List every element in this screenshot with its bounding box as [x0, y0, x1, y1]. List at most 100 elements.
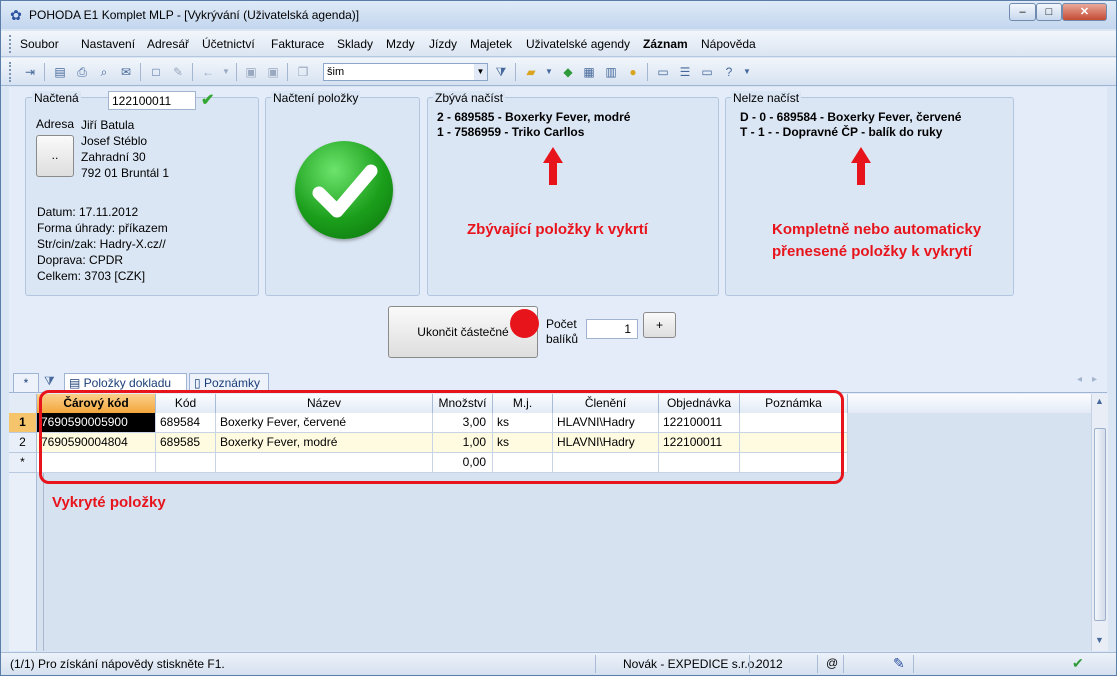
save-icon[interactable]: ▣: [242, 64, 260, 80]
info-shipping: Doprava: CPDR: [37, 253, 124, 267]
print-preview-icon[interactable]: ⌕: [95, 64, 113, 80]
back-dropdown-icon[interactable]: ▼: [217, 64, 235, 80]
maximize-button[interactable]: □: [1036, 3, 1062, 21]
menu-majetek[interactable]: Majetek: [470, 37, 512, 51]
help-dropdown-icon[interactable]: ▼: [738, 64, 756, 80]
status-at: @: [826, 656, 839, 670]
nactena-field[interactable]: 122100011: [108, 91, 196, 110]
info-payment: Forma úhrady: příkazem: [37, 221, 168, 235]
search-combo[interactable]: šim ▼: [323, 63, 488, 81]
menu-napoveda[interactable]: Nápověda: [701, 37, 756, 51]
zbyva-item: 2 - 689585 - Boxerky Fever, modré: [437, 110, 631, 124]
menu-grip: [9, 35, 12, 53]
annotation-frame: [39, 390, 844, 484]
print-icon[interactable]: ⎙: [73, 64, 91, 80]
tab-polozky-label: Položky dokladu: [83, 376, 172, 390]
status-separator: [749, 655, 750, 673]
back-icon[interactable]: ←: [199, 64, 217, 80]
toolbar-grip: [9, 62, 12, 82]
close-button[interactable]: ✕: [1062, 3, 1107, 21]
export-icon[interactable]: ✉: [117, 64, 135, 80]
address-button[interactable]: ..: [36, 135, 74, 177]
package-count-field[interactable]: 1: [586, 319, 638, 339]
zbyva-list: 2 - 689585 - Boxerky Fever, modré 1 - 75…: [437, 110, 630, 140]
coins-icon[interactable]: ●: [624, 64, 642, 80]
tab-new-asterisk[interactable]: *: [13, 373, 39, 392]
table-icon[interactable]: ▦: [580, 64, 598, 80]
row-number[interactable]: 1: [9, 413, 37, 433]
help-icon[interactable]: ?: [720, 64, 738, 80]
grid-header-filler: [848, 394, 1091, 413]
address-line: Jiří Batula: [81, 118, 135, 132]
edit-icon[interactable]: ✎: [169, 64, 187, 80]
table-icon: ▤: [69, 376, 84, 390]
nelze-list: D - 0 - 689584 - Boxerky Fever, červené …: [740, 110, 961, 140]
menu-nastaveni[interactable]: Nastavení: [81, 37, 135, 51]
search-combo-value: šim: [327, 66, 345, 78]
minimize-button[interactable]: –: [1009, 3, 1036, 21]
status-user: Novák - EXPEDICE s.r.o.: [623, 657, 758, 671]
row-number[interactable]: *: [9, 453, 37, 473]
status-ok-icon: ✔: [1072, 655, 1084, 671]
save-all-icon[interactable]: ▣: [264, 64, 282, 80]
menu-jizdy[interactable]: Jízdy: [429, 37, 457, 51]
menu-uzivatelske-agendy[interactable]: Uživatelské agendy: [526, 37, 630, 51]
menu-mzdy[interactable]: Mzdy: [386, 37, 415, 51]
status-separator: [843, 655, 844, 673]
filter-icon[interactable]: ⧩: [492, 64, 510, 80]
menu-soubor[interactable]: Soubor: [20, 37, 59, 51]
zbyva-item: 1 - 7586959 - Triko Carllos: [437, 125, 585, 139]
report-icon[interactable]: ▤: [51, 64, 69, 80]
row-number[interactable]: 2: [9, 433, 37, 453]
comment-icon[interactable]: ▭: [654, 64, 672, 80]
filter-icon[interactable]: ⧩: [44, 374, 55, 389]
menu-fakturace[interactable]: Fakturace: [271, 37, 324, 51]
tab-scroll-left-icon[interactable]: ◂: [1077, 374, 1082, 385]
nelze-annotation-2: přenesené položky k vykrytí: [772, 243, 973, 260]
nelze-annotation-1: Kompletně nebo automaticky: [772, 221, 982, 238]
exit-icon[interactable]: ⇥: [21, 64, 39, 80]
toolbar-separator: [192, 63, 193, 81]
calculator-icon[interactable]: ▥: [602, 64, 620, 80]
menu-ucetnictvi[interactable]: Účetnictví: [202, 37, 255, 51]
tag-icon[interactable]: ◆: [559, 64, 577, 80]
toolbar: ⇥ ▤ ⎙ ⌕ ✉ □ ✎ ← ▼ ▣ ▣ ❐ šim ▼ ⧩ ▰ ▼ ◆ ▦ …: [1, 58, 1116, 86]
folder-dropdown-icon[interactable]: ▼: [540, 64, 558, 80]
nelze-item: T - 1 - - Dopravné ČP - balík do ruky: [740, 125, 943, 139]
chevron-down-icon[interactable]: ▼: [474, 64, 487, 80]
status-bar: (1/1) Pro získání nápovědy stiskněte F1.…: [1, 652, 1116, 675]
grid-divider: [43, 473, 44, 651]
scroll-up-icon[interactable]: ▲: [1095, 396, 1104, 406]
tab-scroll-right-icon[interactable]: ▸: [1092, 374, 1097, 385]
status-help-text: (1/1) Pro získání nápovědy stiskněte F1.: [10, 657, 225, 671]
package-count-label: Počet balíků: [546, 317, 578, 347]
menu-adresar[interactable]: Adresář: [147, 37, 189, 51]
menu-sklady[interactable]: Sklady: [337, 37, 373, 51]
scroll-down-icon[interactable]: ▼: [1095, 635, 1104, 645]
address-label: Adresa: [36, 117, 75, 131]
app-logo-icon: ✿: [10, 7, 22, 23]
toolbar-separator: [236, 63, 237, 81]
address-block: Jiří Batula Josef Stéblo Zahradní 30 792…: [81, 117, 169, 181]
grid-scrollbar[interactable]: ▲ ▼: [1091, 394, 1108, 651]
status-separator: [817, 655, 818, 673]
increase-package-button[interactable]: +: [643, 312, 676, 338]
nacteni-polozky-label: Načtení položky: [271, 91, 361, 105]
document-info: Datum: 17.11.2012 Forma úhrady: příkazem…: [37, 204, 168, 284]
package-count-label-1: Počet: [546, 317, 577, 331]
scroll-thumb[interactable]: [1094, 428, 1106, 621]
document-icon[interactable]: ▭: [698, 64, 716, 80]
copy-icon[interactable]: ❐: [294, 64, 312, 80]
pen-icon: ✎: [893, 655, 905, 671]
zbyva-annotation: Zbývající položky k vykrtí: [467, 221, 648, 238]
nactena-label: Načtená: [32, 91, 81, 105]
new-record-icon[interactable]: □: [147, 64, 165, 80]
info-date: Datum: 17.11.2012: [37, 205, 139, 219]
menu-zaznam[interactable]: Záznam: [643, 37, 688, 51]
toolbar-separator: [44, 63, 45, 81]
menu-bar: Soubor Nastavení Adresář Účetnictví Fakt…: [1, 31, 1116, 57]
list-icon[interactable]: ☰: [676, 64, 694, 80]
arrow-up-icon: [543, 147, 563, 185]
status-year: 2012: [756, 657, 783, 671]
folder-icon[interactable]: ▰: [522, 64, 540, 80]
